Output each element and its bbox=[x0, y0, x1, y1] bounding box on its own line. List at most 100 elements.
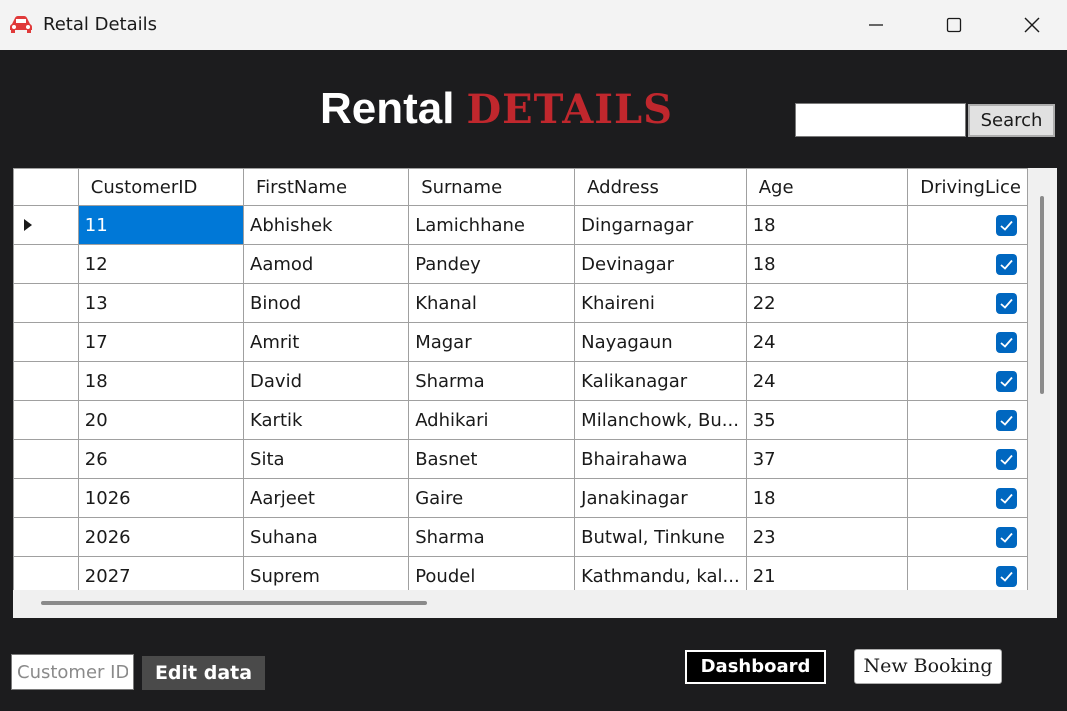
search-button[interactable]: Search bbox=[968, 104, 1055, 137]
cell-customerid[interactable]: 11 bbox=[77, 205, 245, 245]
cell-firstname[interactable]: Aarjeet bbox=[243, 478, 410, 518]
table-row[interactable]: 18 David Sharma Kalikanagar 24 bbox=[13, 361, 1028, 401]
title-bar[interactable]: Retal Details bbox=[0, 0, 1067, 50]
table-row[interactable]: 2026 Suhana Sharma Butwal, Tinkune 23 bbox=[13, 517, 1028, 557]
row-header[interactable] bbox=[13, 400, 79, 440]
customer-id-input[interactable] bbox=[11, 654, 134, 690]
cell-surname[interactable]: Pandey bbox=[408, 244, 576, 284]
cell-drivinglicense[interactable] bbox=[907, 283, 1028, 323]
cell-address[interactable]: Butwal, Tinkune bbox=[574, 517, 747, 557]
cell-customerid[interactable]: 2027 bbox=[77, 556, 245, 590]
cell-surname[interactable]: Sharma bbox=[408, 361, 576, 401]
cell-age[interactable]: 35 bbox=[745, 400, 909, 440]
new-booking-button[interactable]: New Booking bbox=[854, 649, 1002, 684]
cell-address[interactable]: Milanchowk, Bu... bbox=[574, 400, 747, 440]
cell-surname[interactable]: Gaire bbox=[408, 478, 576, 518]
horizontal-scroll-thumb[interactable] bbox=[41, 601, 427, 605]
dashboard-button[interactable]: Dashboard bbox=[685, 650, 826, 684]
checkbox-checked-icon[interactable] bbox=[996, 565, 1017, 587]
cell-age[interactable]: 18 bbox=[745, 244, 909, 284]
cell-drivinglicense[interactable] bbox=[907, 478, 1028, 518]
cell-drivinglicense[interactable] bbox=[907, 556, 1028, 590]
cell-firstname[interactable]: Suhana bbox=[243, 517, 410, 557]
cell-address[interactable]: Bhairahawa bbox=[574, 439, 747, 479]
checkbox-checked-icon[interactable] bbox=[996, 370, 1017, 392]
row-header[interactable] bbox=[13, 556, 79, 590]
cell-customerid[interactable]: 13 bbox=[77, 283, 245, 323]
cell-age[interactable]: 18 bbox=[745, 478, 909, 518]
checkbox-checked-icon[interactable] bbox=[996, 292, 1017, 314]
horizontal-scrollbar[interactable] bbox=[13, 590, 1028, 618]
cell-address[interactable]: Kalikanagar bbox=[574, 361, 747, 401]
maximize-button[interactable] bbox=[918, 0, 990, 50]
cell-customerid[interactable]: 26 bbox=[77, 439, 245, 479]
cell-drivinglicense[interactable] bbox=[907, 439, 1028, 479]
row-header[interactable] bbox=[13, 439, 79, 479]
cell-age[interactable]: 37 bbox=[745, 439, 909, 479]
checkbox-checked-icon[interactable] bbox=[996, 526, 1017, 548]
cell-address[interactable]: Kathmandu, kal... bbox=[574, 556, 747, 590]
checkbox-checked-icon[interactable] bbox=[996, 487, 1017, 509]
row-header[interactable] bbox=[13, 478, 79, 518]
table-row[interactable]: 17 Amrit Magar Nayagaun 24 bbox=[13, 322, 1028, 362]
table-row[interactable]: 1026 Aarjeet Gaire Janakinagar 18 bbox=[13, 478, 1028, 518]
cell-age[interactable]: 18 bbox=[745, 205, 909, 245]
column-header-age[interactable]: Age bbox=[745, 168, 909, 206]
checkbox-checked-icon[interactable] bbox=[996, 331, 1017, 353]
cell-surname[interactable]: Sharma bbox=[408, 517, 576, 557]
row-header[interactable] bbox=[13, 361, 79, 401]
cell-age[interactable]: 23 bbox=[745, 517, 909, 557]
cell-address[interactable]: Nayagaun bbox=[574, 322, 747, 362]
cell-surname[interactable]: Lamichhane bbox=[408, 205, 576, 245]
cell-address[interactable]: Janakinagar bbox=[574, 478, 747, 518]
cell-customerid[interactable]: 20 bbox=[77, 400, 245, 440]
cell-surname[interactable]: Magar bbox=[408, 322, 576, 362]
cell-surname[interactable]: Adhikari bbox=[408, 400, 576, 440]
cell-drivinglicense[interactable] bbox=[907, 400, 1028, 440]
cell-address[interactable]: Khaireni bbox=[574, 283, 747, 323]
cell-firstname[interactable]: David bbox=[243, 361, 410, 401]
cell-drivinglicense[interactable] bbox=[907, 205, 1028, 245]
row-header[interactable] bbox=[13, 517, 79, 557]
row-header[interactable] bbox=[13, 283, 79, 323]
cell-surname[interactable]: Poudel bbox=[408, 556, 576, 590]
row-header-corner[interactable] bbox=[13, 168, 79, 206]
row-header[interactable] bbox=[13, 322, 79, 362]
checkbox-checked-icon[interactable] bbox=[996, 409, 1017, 431]
cell-customerid[interactable]: 18 bbox=[77, 361, 245, 401]
cell-age[interactable]: 21 bbox=[745, 556, 909, 590]
cell-drivinglicense[interactable] bbox=[907, 244, 1028, 284]
table-row[interactable]: 13 Binod Khanal Khaireni 22 bbox=[13, 283, 1028, 323]
table-row[interactable]: 2027 Suprem Poudel Kathmandu, kal... 21 bbox=[13, 556, 1028, 590]
vertical-scrollbar[interactable] bbox=[1028, 168, 1057, 590]
cell-firstname[interactable]: Suprem bbox=[243, 556, 410, 590]
cell-firstname[interactable]: Amrit bbox=[243, 322, 410, 362]
cell-surname[interactable]: Basnet bbox=[408, 439, 576, 479]
cell-drivinglicense[interactable] bbox=[907, 517, 1028, 557]
table-row[interactable]: 26 Sita Basnet Bhairahawa 37 bbox=[13, 439, 1028, 479]
close-button[interactable] bbox=[996, 0, 1067, 50]
minimize-button[interactable] bbox=[840, 0, 912, 50]
vertical-scroll-thumb[interactable] bbox=[1040, 196, 1044, 394]
column-header-drivinglicense[interactable]: DrivingLice bbox=[907, 168, 1028, 206]
table-row[interactable]: 12 Aamod Pandey Devinagar 18 bbox=[13, 244, 1028, 284]
cell-age[interactable]: 22 bbox=[745, 283, 909, 323]
checkbox-checked-icon[interactable] bbox=[996, 253, 1017, 275]
row-header[interactable] bbox=[13, 244, 79, 284]
cell-address[interactable]: Devinagar bbox=[574, 244, 747, 284]
cell-customerid[interactable]: 12 bbox=[77, 244, 245, 284]
cell-age[interactable]: 24 bbox=[745, 322, 909, 362]
cell-address[interactable]: Dingarnagar bbox=[574, 205, 747, 245]
search-input[interactable] bbox=[795, 103, 966, 137]
cell-firstname[interactable]: Binod bbox=[243, 283, 410, 323]
column-header-customerid[interactable]: CustomerID bbox=[77, 168, 245, 206]
cell-drivinglicense[interactable] bbox=[907, 361, 1028, 401]
row-header[interactable] bbox=[13, 205, 79, 245]
cell-customerid[interactable]: 2026 bbox=[77, 517, 245, 557]
cell-firstname[interactable]: Kartik bbox=[243, 400, 410, 440]
column-header-address[interactable]: Address bbox=[574, 168, 747, 206]
column-header-firstname[interactable]: FirstName bbox=[243, 168, 410, 206]
cell-surname[interactable]: Khanal bbox=[408, 283, 576, 323]
cell-customerid[interactable]: 17 bbox=[77, 322, 245, 362]
column-header-surname[interactable]: Surname bbox=[408, 168, 576, 206]
